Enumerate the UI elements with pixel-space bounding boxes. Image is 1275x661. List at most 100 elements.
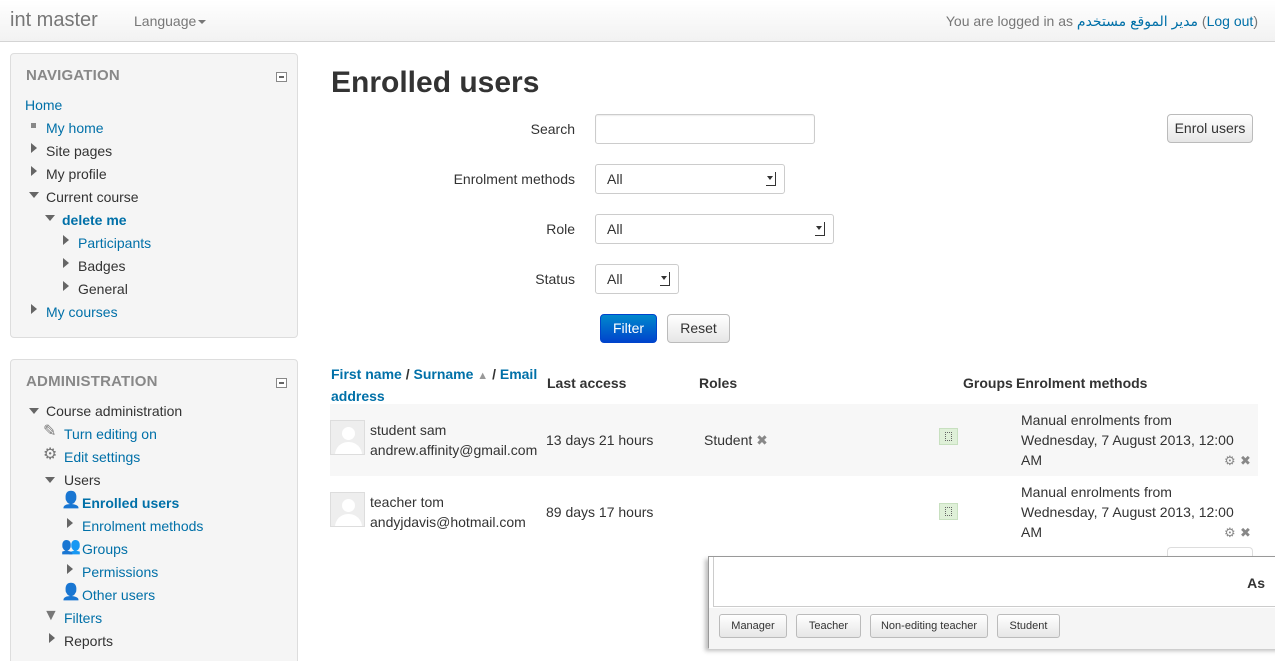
assign-roles-dialog: As Manager Teacher Non-editing teacher S… — [708, 556, 1275, 649]
user-name-link[interactable]: teacher tom — [370, 494, 444, 510]
edit-enrolment-gear-icon[interactable]: ⚙ — [1224, 525, 1236, 541]
reset-button[interactable]: Reset — [667, 314, 730, 343]
method-line: Manual enrolments from — [1021, 484, 1172, 500]
remove-role-icon[interactable]: ✖ — [756, 432, 768, 448]
user-name-email-cell: teacher tom andyjdavis@hotmail.com — [370, 492, 526, 532]
filter-button[interactable]: Filter — [600, 314, 657, 343]
last-access: 13 days 21 hours — [546, 432, 654, 448]
dialog-title: As — [1247, 575, 1265, 591]
role-cell: Student ✖ — [704, 430, 768, 450]
unenrol-icon[interactable]: ✖ — [1240, 525, 1251, 541]
gear-icon: ⚙ — [43, 446, 58, 463]
admin-permissions[interactable]: Permissions — [82, 564, 158, 580]
nav-general[interactable]: General — [78, 281, 128, 297]
avatar[interactable] — [330, 420, 365, 455]
role-manager-button[interactable]: Manager — [719, 614, 787, 638]
user-name-email-cell: student sam andrew.affinity@gmail.com — [370, 420, 537, 460]
role-select[interactable]: All — [595, 214, 834, 244]
admin-other-users[interactable]: Other users — [82, 587, 155, 603]
admin-turn-editing-on[interactable]: Turn editing on — [64, 426, 157, 442]
sort-first-name-link[interactable]: First name — [331, 366, 402, 382]
expand-icon[interactable] — [63, 281, 69, 291]
expand-icon[interactable] — [31, 304, 37, 314]
admin-filters[interactable]: Filters — [64, 610, 102, 626]
admin-reports[interactable]: Reports — [64, 633, 113, 649]
status-label: Status — [535, 271, 575, 287]
role-student-button[interactable]: Student — [997, 614, 1060, 638]
edit-enrolment-gear-icon[interactable]: ⚙ — [1224, 453, 1236, 469]
sort-asc-icon: ▲ — [477, 370, 489, 382]
login-prefix: You are logged in as — [945, 13, 1077, 29]
table-row: teacher tom andyjdavis@hotmail.com 89 day… — [330, 476, 1258, 548]
administration-block: ADMINISTRATION Course administration ✎ T… — [10, 359, 298, 661]
user-name-link[interactable]: student sam — [370, 422, 446, 438]
user-profile-link[interactable]: مدير الموقع مستخدم — [1077, 13, 1198, 29]
nav-course-delete-me[interactable]: delete me — [62, 212, 127, 228]
logout-link[interactable]: Log out — [1207, 13, 1254, 29]
name-column-header: First name / Surname ▲ / Email address — [331, 366, 538, 404]
user-email: andyjdavis@hotmail.com — [370, 514, 526, 530]
dropdown-arrow-icon — [660, 272, 670, 286]
admin-enrolment-methods[interactable]: Enrolment methods — [82, 518, 203, 534]
nav-my-courses[interactable]: My courses — [46, 304, 118, 320]
nav-badges[interactable]: Badges — [78, 258, 125, 274]
enrol-users-button[interactable]: Enrol users — [1167, 114, 1253, 143]
collapse-icon[interactable] — [29, 408, 39, 414]
method-line: AM — [1021, 452, 1042, 468]
status-value: All — [607, 271, 623, 287]
language-menu[interactable]: Language — [134, 13, 207, 29]
nav-my-home[interactable]: My home — [46, 120, 104, 136]
minimize-icon[interactable] — [276, 378, 287, 388]
method-line: Manual enrolments from — [1021, 412, 1172, 428]
role-value: All — [607, 221, 623, 237]
dialog-header: As — [713, 557, 1275, 607]
collapse-icon[interactable] — [45, 477, 55, 483]
collapse-icon[interactable] — [45, 215, 55, 221]
method-line: Wednesday, 7 August 2013, 12:00 — [1021, 432, 1234, 448]
nav-participants[interactable]: Participants — [78, 235, 151, 251]
email-header-word-2: address — [331, 388, 385, 404]
unenrol-icon[interactable]: ✖ — [1240, 453, 1251, 469]
status-select[interactable]: All — [595, 264, 679, 294]
expand-icon[interactable] — [49, 633, 55, 643]
admin-groups[interactable]: Groups — [82, 541, 128, 557]
admin-users[interactable]: Users — [64, 472, 101, 488]
groups-icon: 👥 — [61, 538, 81, 555]
enrolment-method-cell: Manual enrolments from Wednesday, 7 Augus… — [1021, 482, 1234, 542]
nav-home[interactable]: Home — [25, 97, 62, 113]
page-title: Enrolled users — [331, 66, 540, 99]
roles-column-header: Roles — [699, 375, 738, 391]
nav-site-pages[interactable]: Site pages — [46, 143, 112, 159]
sort-surname-link[interactable]: Surname — [413, 366, 473, 382]
enrolment-methods-select[interactable]: All — [595, 164, 785, 194]
expand-icon[interactable] — [67, 518, 73, 528]
administration-title: ADMINISTRATION — [26, 373, 158, 390]
search-input[interactable] — [595, 114, 815, 144]
role-non-editing-teacher-button[interactable]: Non-editing teacher — [870, 614, 988, 638]
enrolment-methods-value: All — [607, 171, 623, 187]
add-group-icon[interactable] — [939, 428, 958, 445]
expand-icon[interactable] — [31, 143, 37, 153]
search-label: Search — [530, 121, 575, 137]
admin-course-administration[interactable]: Course administration — [46, 403, 182, 419]
expand-icon[interactable] — [31, 166, 37, 176]
site-brand[interactable]: int master — [10, 9, 98, 32]
avatar[interactable] — [330, 492, 365, 527]
pencil-icon: ✎ — [43, 423, 57, 440]
method-line: AM — [1021, 524, 1042, 540]
last-access-column-header[interactable]: Last access — [547, 375, 626, 391]
nav-my-profile[interactable]: My profile — [46, 166, 107, 182]
filter-icon: ▼ — [43, 607, 59, 624]
navigation-block: NAVIGATION Home My home Site pages My pr… — [10, 53, 298, 338]
role-teacher-button[interactable]: Teacher — [796, 614, 861, 638]
admin-enrolled-users[interactable]: Enrolled users — [82, 495, 179, 511]
minimize-icon[interactable] — [276, 72, 287, 82]
expand-icon[interactable] — [63, 235, 69, 245]
nav-current-course[interactable]: Current course — [46, 189, 139, 205]
collapse-icon[interactable] — [29, 192, 39, 198]
expand-icon[interactable] — [67, 564, 73, 574]
expand-icon[interactable] — [63, 258, 69, 268]
add-group-icon[interactable] — [939, 503, 958, 520]
enrolment-methods-column-header: Enrolment methods — [1016, 375, 1148, 391]
admin-edit-settings[interactable]: Edit settings — [64, 449, 140, 465]
